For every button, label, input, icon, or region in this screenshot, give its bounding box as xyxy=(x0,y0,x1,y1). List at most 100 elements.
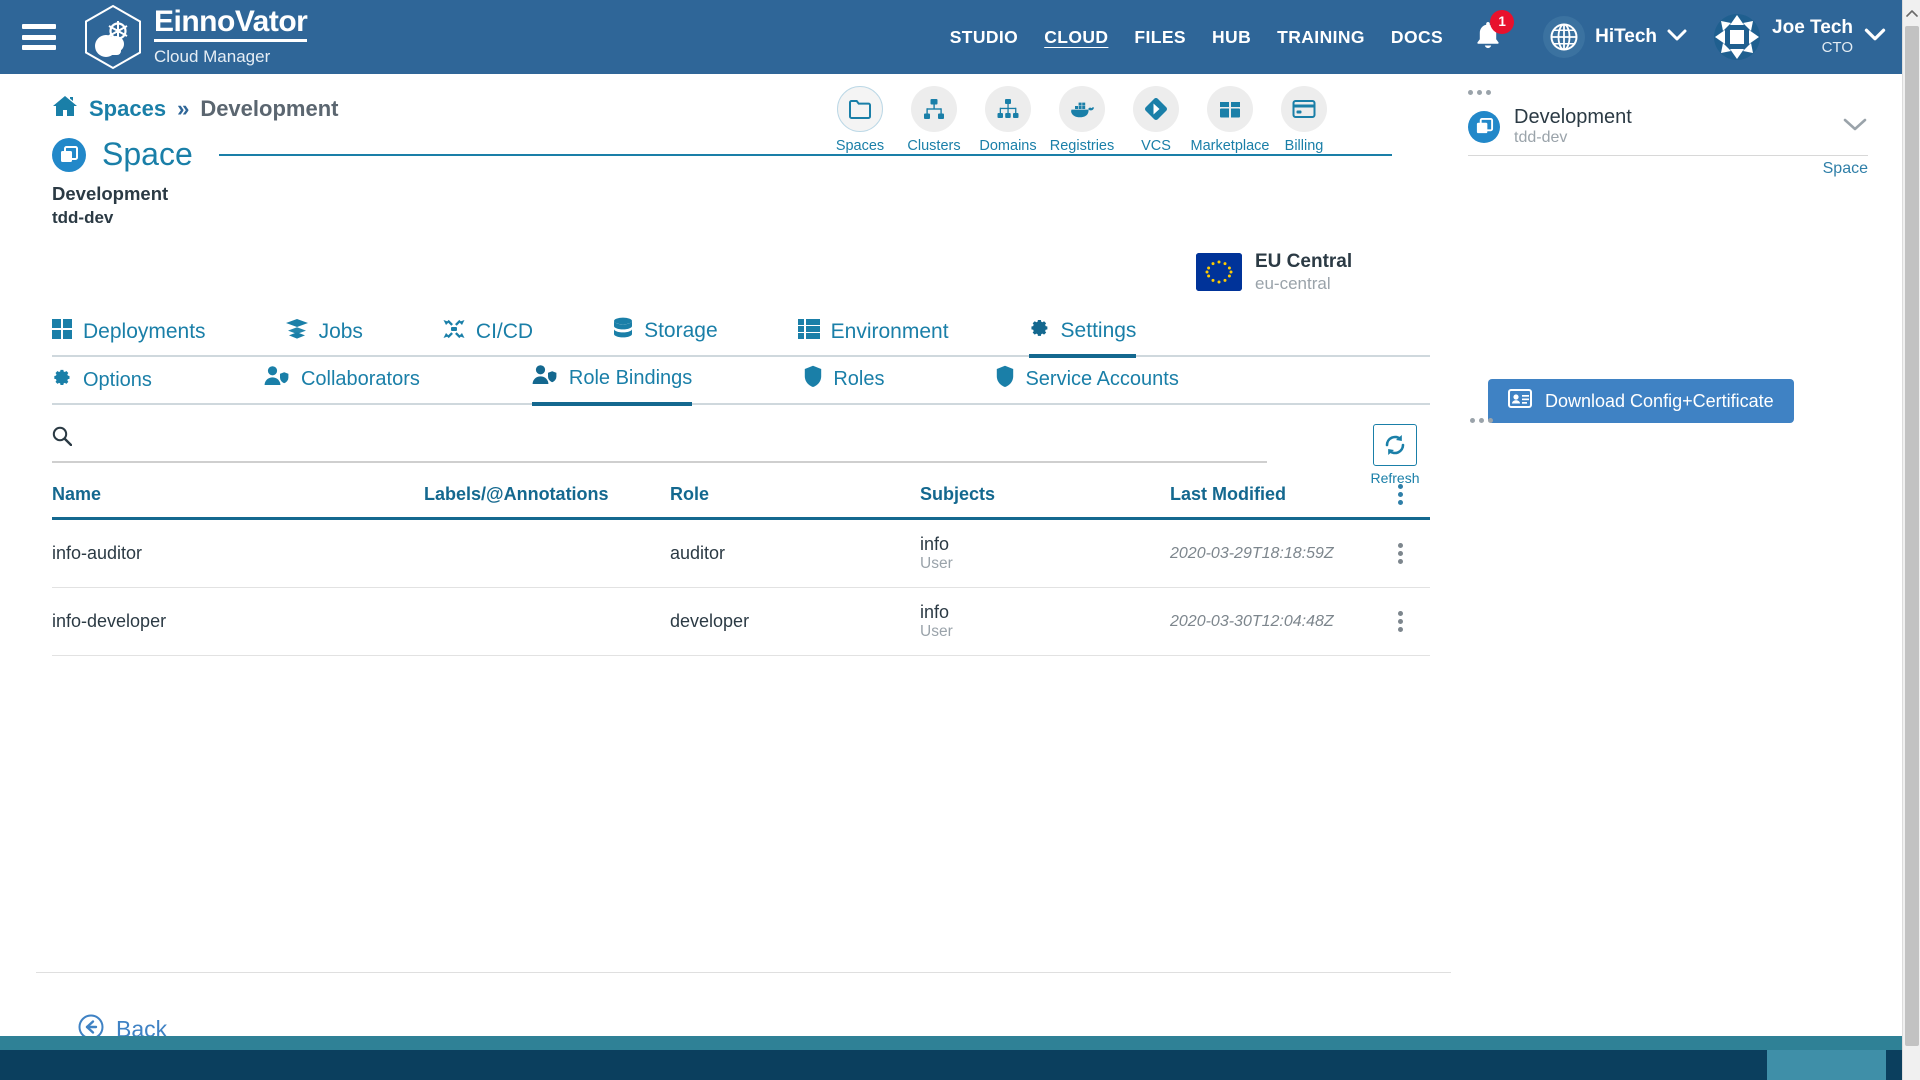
shield-icon xyxy=(996,365,1014,393)
section-icon-toolbar: Spaces Clusters Domains Registries VCS M… xyxy=(830,86,1334,154)
list-grid-icon xyxy=(797,319,820,345)
table-row[interactable]: info-developer developer info User 2020-… xyxy=(52,588,1430,656)
space-icon xyxy=(1468,110,1500,143)
refresh-button[interactable] xyxy=(1373,424,1417,466)
panel-space-slug: tdd-dev xyxy=(1514,129,1568,146)
cell-last-modified: 2020-03-29T18:18:59Z xyxy=(1170,544,1334,562)
nav-hub[interactable]: HUB xyxy=(1212,27,1251,48)
column-header-last-modified[interactable]: Last Modified xyxy=(1170,484,1370,505)
box-icon xyxy=(1207,86,1253,132)
einnovator-hex-logo-icon xyxy=(82,4,144,70)
notifications-button[interactable]: 1 xyxy=(1473,9,1515,56)
table-row[interactable]: info-auditor auditor info User 2020-03-2… xyxy=(52,520,1430,588)
region-badge: EU Central eu-central xyxy=(1196,250,1352,294)
nav-docs[interactable]: DOCS xyxy=(1391,27,1443,48)
toolbar-label-clusters: Clusters xyxy=(907,138,961,154)
breadcrumb-spaces[interactable]: Spaces xyxy=(89,96,166,122)
scroll-up-arrow-icon[interactable] xyxy=(1903,3,1920,23)
search-box[interactable] xyxy=(52,426,1267,463)
avatar xyxy=(1713,13,1761,61)
search-input[interactable] xyxy=(84,428,1267,449)
toolbar-label-marketplace: Marketplace xyxy=(1190,138,1270,154)
subtab-options[interactable]: Options xyxy=(52,367,152,403)
space-name: Development xyxy=(52,183,169,204)
gear-icon xyxy=(52,367,72,393)
tab-cicd[interactable]: CI/CD xyxy=(443,319,533,355)
breadcrumb-separator: » xyxy=(177,95,190,121)
cell-role: developer xyxy=(670,611,750,631)
toolbar-item-domains[interactable]: Domains xyxy=(978,86,1038,154)
tab-settings[interactable]: Settings xyxy=(1028,317,1137,358)
download-config-certificate-button[interactable]: Download Config+Certificate xyxy=(1488,379,1794,423)
nav-files[interactable]: FILES xyxy=(1134,27,1186,48)
panel-chevron-down-icon[interactable] xyxy=(1842,116,1868,137)
user-role: CTO xyxy=(1821,39,1853,57)
subtab-label-collaborators: Collaborators xyxy=(300,367,420,390)
panel-drag-handle[interactable] xyxy=(1468,90,1491,95)
breadcrumb-current: Development xyxy=(200,95,339,121)
vertical-scrollbar[interactable] xyxy=(1902,0,1920,1080)
toolbar-item-clusters[interactable]: Clusters xyxy=(904,86,964,154)
id-card-icon xyxy=(1508,389,1532,413)
hamburger-menu-icon[interactable] xyxy=(22,24,56,50)
brand-logo[interactable]: EinnoVator Cloud Manager xyxy=(82,4,308,70)
tab-label-environment: Environment xyxy=(830,320,949,343)
footer-bar xyxy=(0,1050,1767,1080)
subtab-service-accounts[interactable]: Service Accounts xyxy=(996,365,1179,403)
brand-subtitle: Cloud Manager xyxy=(154,47,271,66)
toolbar-item-spaces[interactable]: Spaces xyxy=(830,86,890,154)
refresh-icon xyxy=(1385,435,1405,455)
subtab-collaborators[interactable]: Collaborators xyxy=(264,365,420,403)
database-icon xyxy=(613,317,633,345)
column-header-subjects[interactable]: Subjects xyxy=(920,484,1170,505)
row-options-menu-icon[interactable] xyxy=(1397,611,1403,632)
subtab-roles[interactable]: Roles xyxy=(804,365,884,403)
user-menu[interactable]: Joe Tech CTO xyxy=(1713,13,1886,61)
footer-bar-secondary xyxy=(1767,1050,1902,1080)
folder-icon xyxy=(837,86,883,132)
tab-storage[interactable]: Storage xyxy=(613,317,718,355)
table-header-row: Name Labels/@Annotations Role Subjects L… xyxy=(52,484,1430,520)
home-icon[interactable] xyxy=(52,94,78,123)
nav-training[interactable]: TRAINING xyxy=(1277,27,1365,48)
toolbar-item-marketplace[interactable]: Marketplace xyxy=(1191,86,1270,154)
nav-cloud[interactable]: CLOUD xyxy=(1044,27,1108,48)
scrollbar-thumb[interactable] xyxy=(1905,26,1919,1046)
tab-deployments[interactable]: Deployments xyxy=(52,319,206,355)
main-content: Spaces » Development Space Development t… xyxy=(0,74,1452,1042)
tab-environment[interactable]: Environment xyxy=(797,319,949,355)
space-slug: tdd-dev xyxy=(52,207,114,227)
top-header: EinnoVator Cloud Manager STUDIO CLOUD FI… xyxy=(0,0,1920,74)
row-options-menu-icon[interactable] xyxy=(1397,543,1403,564)
footer-accent-bar xyxy=(0,1036,1902,1050)
breadcrumb: Spaces » Development xyxy=(52,94,338,123)
cell-subject-kind: User xyxy=(920,555,953,573)
panel-section-handle[interactable] xyxy=(1470,418,1493,423)
user-name: Joe Tech xyxy=(1772,17,1853,39)
search-icon xyxy=(52,426,73,451)
credit-card-icon xyxy=(1281,86,1327,132)
user-shield-icon xyxy=(264,365,290,393)
top-navigation: STUDIO CLOUD FILES HUB TRAINING DOCS xyxy=(950,27,1443,48)
table-options-menu-icon[interactable] xyxy=(1397,484,1403,505)
column-header-labels[interactable]: Labels/@Annotations xyxy=(424,484,670,505)
toolbar-label-domains: Domains xyxy=(979,138,1037,154)
subtab-label-roles: Roles xyxy=(833,367,885,390)
subtab-label-options: Options xyxy=(83,368,152,391)
nav-studio[interactable]: STUDIO xyxy=(950,27,1019,48)
cell-subject: info xyxy=(920,601,950,622)
right-panel: Development tdd-dev Space Download Confi… xyxy=(1452,74,1902,1034)
toolbar-item-registries[interactable]: Registries xyxy=(1049,86,1115,154)
toolbar-item-billing[interactable]: Billing xyxy=(1274,86,1334,154)
tab-jobs[interactable]: Jobs xyxy=(285,319,363,355)
tab-label-cicd: CI/CD xyxy=(475,320,534,343)
panel-space-name: Development xyxy=(1514,106,1632,128)
toolbar-item-vcs[interactable]: VCS xyxy=(1126,86,1186,154)
tab-label-storage: Storage xyxy=(644,319,718,342)
column-header-role[interactable]: Role xyxy=(670,484,920,505)
column-header-name[interactable]: Name xyxy=(52,484,424,505)
org-switcher[interactable]: HiTech xyxy=(1543,16,1687,58)
subtab-role-bindings[interactable]: Role Bindings xyxy=(531,364,693,406)
user-shield-icon xyxy=(532,364,558,392)
toolbar-label-registries: Registries xyxy=(1049,138,1115,154)
